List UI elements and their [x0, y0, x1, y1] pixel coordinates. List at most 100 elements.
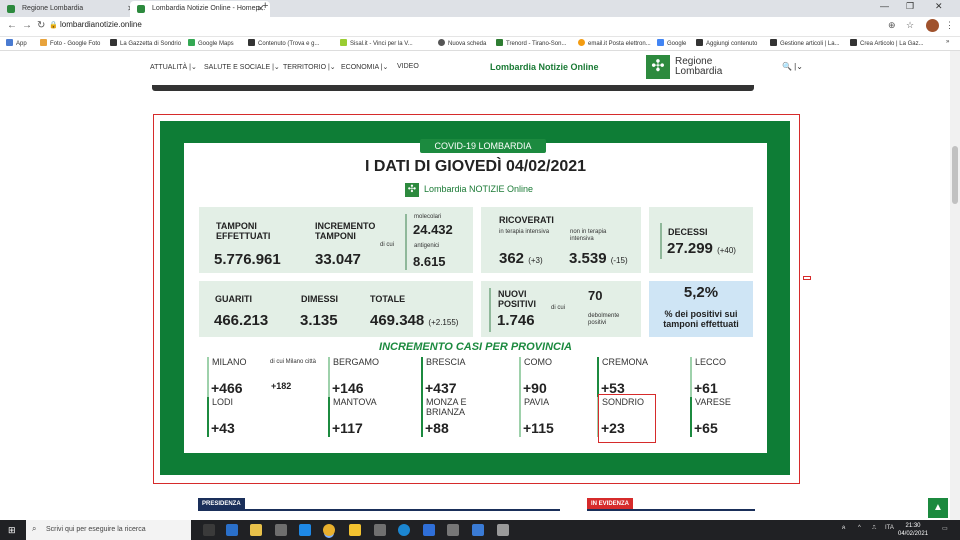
- scrollbar[interactable]: [950, 51, 960, 520]
- file-explorer-icon[interactable]: [250, 524, 262, 536]
- scroll-top-button[interactable]: ▲: [928, 498, 948, 518]
- regione-logo-icon[interactable]: ✣: [646, 55, 670, 79]
- province-bar: [690, 397, 692, 437]
- bookmark-crea[interactable]: Crea Articolo | La Gaz...: [850, 39, 924, 47]
- taskbar-search[interactable]: ⌕ Scrivi qui per eseguire la ricerca: [26, 520, 191, 540]
- regione-favicon-icon: [7, 5, 15, 13]
- province-bar: [421, 357, 423, 397]
- province-pavia: PAVIA +115: [519, 397, 599, 437]
- chrome-icon[interactable]: [323, 524, 335, 536]
- nav-video[interactable]: VIDEO: [397, 63, 419, 70]
- bookmark-google[interactable]: Google: [657, 39, 686, 47]
- nti-label: non in terapia intensiva: [570, 229, 607, 242]
- province-bar: [328, 397, 330, 437]
- profile-avatar[interactable]: [926, 19, 939, 32]
- bookmark-trenord[interactable]: Trenord - Tirano-Son...: [496, 39, 566, 47]
- tamponi-value: 5.776.961: [214, 251, 281, 268]
- back-icon[interactable]: ←: [7, 20, 17, 31]
- menu-kebab-icon[interactable]: ⋮: [945, 20, 954, 31]
- sondrio-highlight: [598, 394, 656, 443]
- translate-icon[interactable]: ⊕: [888, 20, 896, 31]
- guariti-label: GUARITI: [215, 294, 252, 304]
- bookmark-gestione[interactable]: Gestione articoli | La...: [770, 39, 840, 47]
- bookmark-email[interactable]: email.it Posta elettron...: [578, 39, 651, 47]
- forward-icon[interactable]: →: [22, 20, 32, 31]
- people-icon[interactable]: ጰ: [842, 525, 846, 532]
- province-value: +65: [694, 420, 718, 436]
- google-photos-icon: [40, 39, 47, 46]
- bookmark-contenuto[interactable]: Contenuto (Trova e g...: [248, 39, 319, 47]
- app-icon[interactable]: [374, 524, 386, 536]
- regione-logo-text[interactable]: Regione Lombardia: [675, 57, 722, 77]
- app-icon[interactable]: [423, 524, 435, 536]
- bookmark-gazzetta[interactable]: La Gazzetta di Sondrio: [110, 39, 181, 47]
- reload-icon[interactable]: ↻: [37, 20, 45, 31]
- window-close-icon[interactable]: ✕: [935, 1, 943, 12]
- language-label[interactable]: ITA: [885, 525, 894, 531]
- windows-start-icon[interactable]: ⊞: [8, 525, 16, 536]
- molecolari-label: molecolari: [414, 214, 442, 220]
- dimessi-label: DIMESSI: [301, 294, 339, 304]
- lombardia-favicon-icon: [137, 5, 145, 13]
- divider: [405, 214, 407, 270]
- tab-regione-lombardia[interactable]: Regione Lombardia ✕: [0, 1, 140, 17]
- antigenici-value: 8.615: [413, 254, 446, 269]
- divider: [660, 223, 662, 259]
- province-value: +437: [425, 380, 457, 396]
- notifications-icon[interactable]: ▭: [942, 525, 948, 532]
- bookmark-apps[interactable]: App: [6, 39, 27, 47]
- province-name: COMO: [524, 357, 552, 367]
- taskbar-search-placeholder: Scrivi qui per eseguire la ricerca: [46, 526, 146, 533]
- gs-icon: [770, 39, 777, 46]
- covid-tag: COVID-19 LOMBARDIA: [420, 139, 546, 153]
- lombardia-notizie-logo-icon: ✣: [405, 183, 419, 197]
- province-bar: [519, 357, 521, 397]
- app-icon[interactable]: [275, 524, 287, 536]
- totale-value: 469.348 (+2.155): [370, 312, 459, 329]
- bookmark-maps[interactable]: Google Maps: [188, 39, 234, 47]
- mail-icon[interactable]: [299, 524, 311, 536]
- search-icon: ⌕: [32, 524, 37, 533]
- bookmark-sisal[interactable]: Sisal.it - Vinci per la V...: [340, 39, 413, 47]
- province-value: +466: [211, 380, 243, 396]
- new-tab-icon[interactable]: +: [262, 0, 268, 12]
- scrollbar-thumb[interactable]: [952, 146, 958, 204]
- network-icon[interactable]: ⎍: [872, 525, 876, 532]
- decessi-label: DECESSI: [668, 227, 708, 237]
- app-icon[interactable]: [226, 524, 238, 536]
- dimessi-value: 3.135: [300, 312, 338, 329]
- folder-icon[interactable]: [349, 524, 361, 536]
- ti-value: 362 (+3): [499, 250, 543, 267]
- minimize-icon[interactable]: —: [880, 1, 889, 11]
- app-icon[interactable]: [472, 524, 484, 536]
- province-name: MILANO: [212, 357, 247, 367]
- site-brand[interactable]: Lombardia Notizie Online: [490, 62, 599, 72]
- app-icon[interactable]: [497, 524, 509, 536]
- nav-territorio[interactable]: TERRITORIO |⌄: [283, 63, 336, 71]
- province-name: MANTOVA: [333, 397, 377, 407]
- nav-salute[interactable]: SALUTE E SOCIALE |⌄: [204, 63, 280, 71]
- edge-icon[interactable]: [398, 524, 410, 536]
- lock-icon[interactable]: 🔒: [49, 21, 58, 29]
- nav-economia[interactable]: ECONOMIA |⌄: [341, 63, 388, 71]
- bookmark-foto[interactable]: Foto - Google Foto: [40, 39, 100, 47]
- nav-attualita[interactable]: ATTUALITÀ |⌄: [150, 63, 197, 71]
- bookmark-aggiungi[interactable]: Aggiungi contenuto: [696, 39, 757, 47]
- calculator-icon[interactable]: [447, 524, 459, 536]
- casi-title: INCREMENTO CASI PER PROVINCIA: [379, 341, 572, 353]
- bookmark-nuova-scheda[interactable]: Nuova scheda: [438, 39, 486, 47]
- image-strip: [152, 85, 754, 91]
- search-icon[interactable]: 🔍 |⌄: [782, 62, 803, 71]
- province-name: PAVIA: [524, 397, 550, 407]
- url-field[interactable]: lombardianotizie.online: [60, 20, 142, 29]
- incremento-dicui: di cui: [380, 242, 395, 248]
- province-name: BERGAMO: [333, 357, 380, 367]
- restore-icon[interactable]: ❐: [906, 1, 914, 12]
- debolmente-value: 70: [588, 288, 603, 303]
- tray-chevron-icon[interactable]: ^: [858, 525, 861, 531]
- tab-lombardia-notizie[interactable]: Lombardia Notizie Online - Homep... ✕: [130, 1, 270, 17]
- bookmark-star-icon[interactable]: ☆: [906, 20, 914, 31]
- clock[interactable]: 21:30 04/02/2021: [898, 522, 928, 538]
- task-view-icon[interactable]: [203, 524, 215, 536]
- more-bookmarks-icon[interactable]: »: [946, 39, 949, 45]
